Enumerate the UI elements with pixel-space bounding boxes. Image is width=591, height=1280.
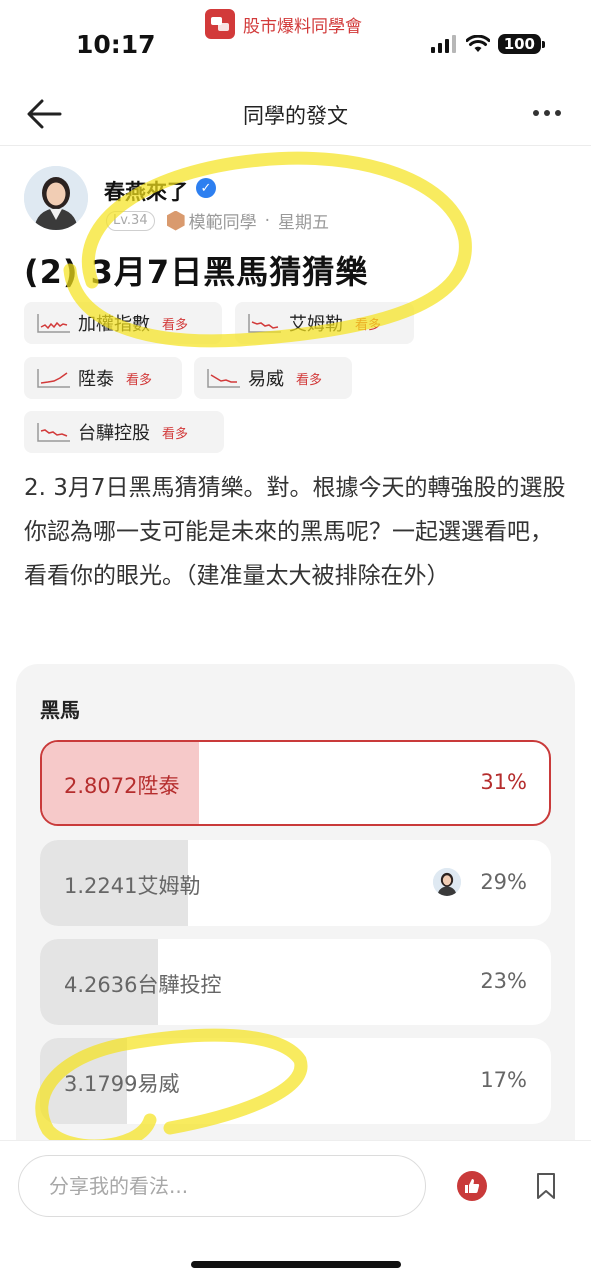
poll-card: 黑馬 2.8072陞泰 31% 1.2241艾姆勒 29% 4.2636台驊投控… <box>16 664 575 1184</box>
author-role: 模範同學 <box>188 213 257 233</box>
post-date: 星期五 <box>278 213 330 233</box>
role-badge-icon <box>166 210 185 231</box>
page-title: 同學的發文 <box>243 104 348 128</box>
poll-option[interactable]: 2.8072陞泰 31% <box>40 740 551 826</box>
poll-option-percent: 29% <box>480 870 527 894</box>
author-avatar[interactable] <box>24 166 88 230</box>
poll-option-label: 4.2636台驊投控 <box>64 973 222 997</box>
stock-chip[interactable]: 陞泰 看多 <box>24 357 182 399</box>
app-name: 股市爆料同學會 <box>243 16 362 37</box>
stock-chip-name: 易威 <box>248 369 284 390</box>
signal-icon <box>430 35 456 53</box>
poll-option-percent: 31% <box>480 770 527 794</box>
stock-chip-name: 艾姆勒 <box>289 314 343 335</box>
meta-separator: · <box>264 210 271 231</box>
wifi-icon <box>465 35 490 52</box>
stock-chip[interactable]: 加權指數 看多 <box>24 302 222 344</box>
status-bar: 10:17 股市爆料同學會 100 <box>0 0 591 72</box>
mini-chart-icon <box>37 369 70 388</box>
stock-chip[interactable]: 易威 看多 <box>194 357 352 399</box>
stock-chip-name: 陞泰 <box>78 369 114 390</box>
home-indicator <box>191 1261 401 1268</box>
stock-chip-sentiment: 看多 <box>126 372 153 388</box>
poll-option-percent: 23% <box>480 969 527 993</box>
app-logo-icon <box>205 9 235 39</box>
poll-option[interactable]: 4.2636台驊投控 23% <box>40 939 551 1025</box>
bookmark-icon[interactable] <box>535 1172 557 1204</box>
status-time: 10:17 <box>76 30 156 59</box>
poll-option-label: 3.1799易威 <box>64 1072 180 1096</box>
page-header: 同學的發文 <box>0 84 591 146</box>
app-banner[interactable]: 股市爆料同學會 <box>205 8 362 40</box>
post-body: 2. 3月7日黑馬猜猜樂。對。根據今天的轉強股的選股你認為哪一支可能是未來的黑馬… <box>24 475 566 589</box>
system-icons: 100 <box>430 34 546 54</box>
level-badge: Lv.34 <box>106 210 155 231</box>
stock-chip[interactable]: 艾姆勒 看多 <box>235 302 414 344</box>
stock-chip-sentiment: 看多 <box>162 317 189 333</box>
more-dots-icon[interactable] <box>533 110 561 116</box>
author-name[interactable]: 春燕來了 <box>104 176 188 206</box>
poll-option-label: 1.2241艾姆勒 <box>64 874 201 898</box>
mini-chart-icon <box>207 369 240 388</box>
stock-chip-name: 台驊控股 <box>78 423 150 444</box>
mini-chart-icon <box>37 314 70 333</box>
mini-chart-icon <box>248 314 281 333</box>
poll-option[interactable]: 1.2241艾姆勒 29% <box>40 840 551 926</box>
comment-input[interactable] <box>18 1155 426 1217</box>
bottom-bar <box>0 1140 591 1280</box>
thumbs-up-icon[interactable] <box>457 1171 487 1201</box>
stock-chip-sentiment: 看多 <box>296 372 323 388</box>
stock-chip[interactable]: 台驊控股 看多 <box>24 411 224 453</box>
poll-option-percent: 17% <box>480 1068 527 1092</box>
post-title: (2) 3月7日黑馬猜猜樂 <box>24 253 369 291</box>
stock-chip-sentiment: 看多 <box>355 317 382 333</box>
stock-chip-name: 加權指數 <box>78 314 150 335</box>
author-meta: Lv.34 模範同學 · 星期五 <box>106 208 329 233</box>
verified-check-icon: ✓ <box>196 178 216 198</box>
battery-indicator: 100 <box>497 34 546 54</box>
stock-chip-sentiment: 看多 <box>162 426 189 442</box>
poll-option-label: 2.8072陞泰 <box>64 774 180 798</box>
voter-avatar <box>433 868 461 896</box>
poll-title: 黑馬 <box>40 698 80 722</box>
mini-chart-icon <box>37 423 70 442</box>
poll-option[interactable]: 3.1799易威 17% <box>40 1038 551 1124</box>
